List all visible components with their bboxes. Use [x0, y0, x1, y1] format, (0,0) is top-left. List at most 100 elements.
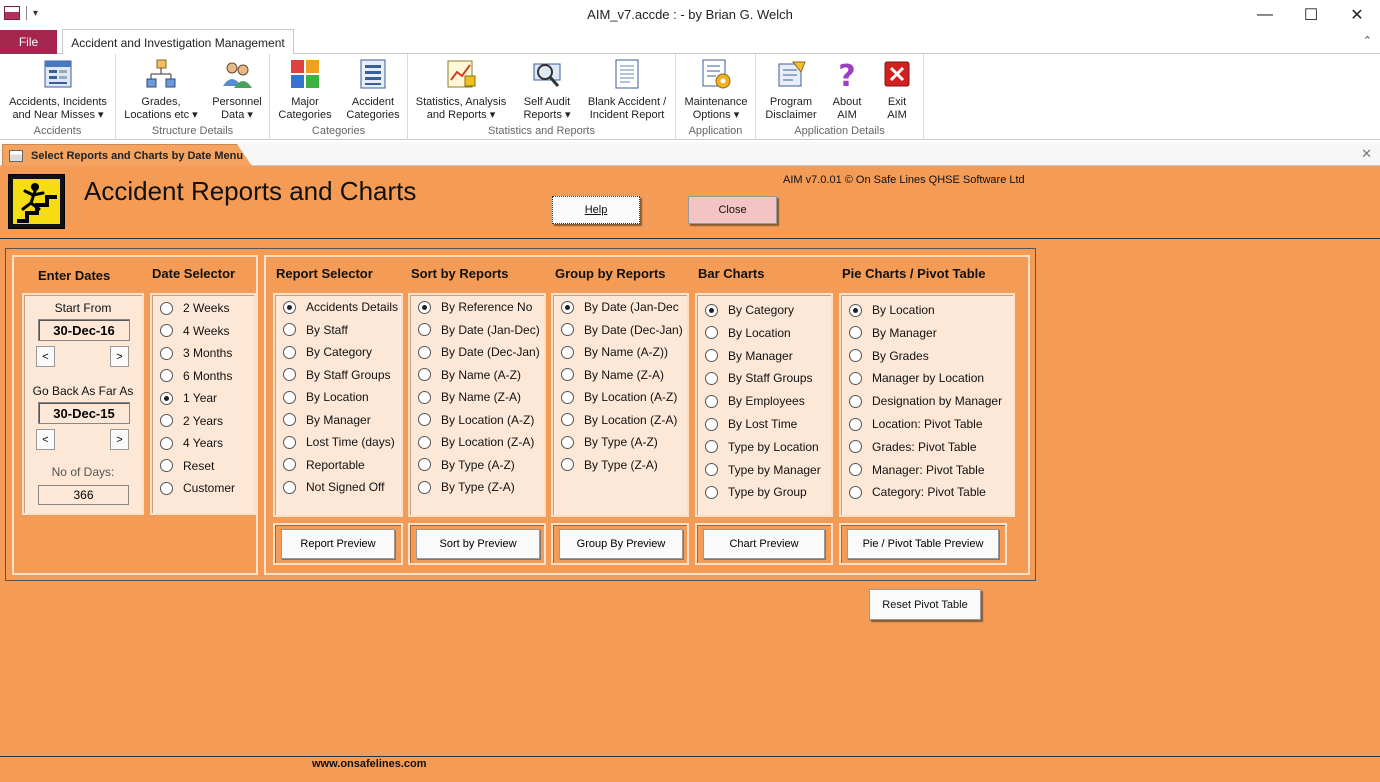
- radio-button[interactable]: [283, 458, 296, 471]
- radio-button[interactable]: [160, 414, 173, 427]
- radio-button[interactable]: [705, 417, 718, 431]
- pie-charts-option[interactable]: By Location: [849, 303, 935, 317]
- back-date-prev-button[interactable]: <: [36, 429, 55, 450]
- bar-charts-option[interactable]: By Manager: [705, 349, 793, 363]
- date-selector-option[interactable]: 1 Year: [160, 391, 217, 405]
- report-selector-option[interactable]: Lost Time (days): [283, 435, 395, 449]
- self-audit-reports-button[interactable]: Self Audit Reports ▾: [516, 56, 578, 122]
- bar-charts-option[interactable]: By Location: [705, 326, 791, 340]
- radio-button[interactable]: [849, 326, 862, 340]
- radio-button[interactable]: [561, 413, 574, 426]
- radio-button[interactable]: [849, 417, 862, 431]
- radio-button[interactable]: [561, 300, 574, 314]
- radio-button[interactable]: [283, 435, 296, 449]
- radio-button[interactable]: [705, 303, 718, 317]
- exit-aim-button[interactable]: Exit AIM: [874, 56, 920, 122]
- sort-by-option[interactable]: By Name (A-Z): [418, 368, 521, 382]
- minimize-button[interactable]: —: [1242, 0, 1288, 30]
- radio-button[interactable]: [160, 391, 173, 405]
- radio-button[interactable]: [561, 323, 574, 336]
- pie-charts-option[interactable]: By Grades: [849, 349, 929, 363]
- pie-charts-option[interactable]: Location: Pivot Table: [849, 417, 983, 431]
- date-selector-option[interactable]: Reset: [160, 459, 214, 473]
- radio-button[interactable]: [418, 323, 431, 336]
- sort-by-option[interactable]: By Location (A-Z): [418, 413, 534, 427]
- group-by-option[interactable]: By Type (Z-A): [561, 458, 658, 472]
- tab-file[interactable]: File: [0, 30, 57, 54]
- radio-button[interactable]: [418, 435, 431, 449]
- date-selector-option[interactable]: Customer: [160, 481, 235, 495]
- radio-button[interactable]: [160, 324, 173, 337]
- radio-button[interactable]: [418, 300, 431, 314]
- pie-charts-option[interactable]: By Manager: [849, 326, 937, 340]
- radio-button[interactable]: [283, 413, 296, 426]
- pie-charts-option[interactable]: Designation by Manager: [849, 394, 1002, 408]
- start-date-field[interactable]: 30-Dec-16: [38, 319, 130, 341]
- group-by-option[interactable]: By Location (Z-A): [561, 413, 677, 427]
- date-selector-option[interactable]: 3 Months: [160, 346, 232, 360]
- radio-button[interactable]: [283, 300, 296, 314]
- radio-button[interactable]: [160, 301, 173, 315]
- close-button[interactable]: Close: [688, 196, 777, 224]
- sort-by-option[interactable]: By Location (Z-A): [418, 435, 534, 449]
- pie-charts-option[interactable]: Category: Pivot Table: [849, 485, 986, 499]
- radio-button[interactable]: [418, 345, 431, 359]
- radio-button[interactable]: [283, 368, 296, 381]
- sort-by-option[interactable]: By Date (Jan-Dec): [418, 323, 540, 337]
- radio-button[interactable]: [849, 349, 862, 363]
- radio-button[interactable]: [705, 463, 718, 477]
- website-link[interactable]: www.onsafelines.com: [312, 758, 427, 770]
- bar-charts-option[interactable]: By Staff Groups: [705, 371, 813, 385]
- group-by-option[interactable]: By Date (Dec-Jan): [561, 323, 683, 337]
- bar-charts-option[interactable]: By Employees: [705, 394, 805, 408]
- collapse-ribbon-icon[interactable]: ⌃: [1363, 34, 1372, 47]
- radio-button[interactable]: [160, 481, 173, 495]
- reset-pivot-table-button[interactable]: Reset Pivot Table: [869, 589, 981, 620]
- group-by-option[interactable]: By Name (A-Z)): [561, 345, 668, 359]
- radio-button[interactable]: [705, 371, 718, 385]
- group-by-option[interactable]: By Name (Z-A): [561, 368, 664, 382]
- maintenance-options-button[interactable]: Maintenance Options ▾: [680, 56, 752, 122]
- start-date-prev-button[interactable]: <: [36, 346, 55, 367]
- radio-button[interactable]: [705, 394, 718, 408]
- radio-button[interactable]: [849, 303, 862, 317]
- radio-button[interactable]: [561, 390, 574, 404]
- report-selector-option[interactable]: Reportable: [283, 458, 365, 472]
- report-selector-option[interactable]: Not Signed Off: [283, 480, 385, 494]
- bar-charts-option[interactable]: Type by Manager: [705, 463, 821, 477]
- group-by-option[interactable]: By Date (Jan-Dec: [561, 300, 679, 314]
- blank-accident-report-button[interactable]: Blank Accident / Incident Report: [580, 56, 674, 122]
- close-window-button[interactable]: ✕: [1334, 0, 1380, 30]
- radio-button[interactable]: [418, 368, 431, 381]
- date-selector-option[interactable]: 2 Years: [160, 414, 223, 428]
- radio-button[interactable]: [160, 346, 173, 360]
- major-categories-button[interactable]: Major Categories: [274, 56, 336, 122]
- radio-button[interactable]: [418, 458, 431, 471]
- pie-pivot-preview-button[interactable]: Pie / Pivot Table Preview: [847, 529, 999, 559]
- radio-button[interactable]: [561, 368, 574, 381]
- radio-button[interactable]: [283, 390, 296, 404]
- sort-by-option[interactable]: By Type (A-Z): [418, 458, 515, 472]
- group-by-preview-button[interactable]: Group By Preview: [559, 529, 683, 559]
- pie-charts-option[interactable]: Manager by Location: [849, 371, 984, 385]
- maximize-button[interactable]: ☐: [1288, 0, 1334, 30]
- radio-button[interactable]: [283, 480, 296, 494]
- sort-by-option[interactable]: By Name (Z-A): [418, 390, 521, 404]
- radio-button[interactable]: [849, 440, 862, 454]
- radio-button[interactable]: [160, 436, 173, 450]
- radio-button[interactable]: [418, 390, 431, 404]
- radio-button[interactable]: [418, 480, 431, 494]
- report-selector-option[interactable]: By Category: [283, 345, 372, 359]
- report-selector-option[interactable]: By Staff Groups: [283, 368, 391, 382]
- back-date-next-button[interactable]: >: [110, 429, 129, 450]
- sort-by-option[interactable]: By Date (Dec-Jan): [418, 345, 540, 359]
- radio-button[interactable]: [705, 326, 718, 340]
- start-date-next-button[interactable]: >: [110, 346, 129, 367]
- sort-by-option[interactable]: By Reference No: [418, 300, 532, 314]
- radio-button[interactable]: [561, 345, 574, 359]
- accidents-button[interactable]: Accidents, Incidents and Near Misses ▾: [4, 56, 112, 122]
- grades-locations-button[interactable]: Grades, Locations etc ▾: [118, 56, 204, 122]
- date-selector-option[interactable]: 4 Weeks: [160, 324, 229, 338]
- bar-charts-option[interactable]: Type by Location: [705, 440, 819, 454]
- statistics-analysis-button[interactable]: Statistics, Analysis and Reports ▾: [412, 56, 510, 122]
